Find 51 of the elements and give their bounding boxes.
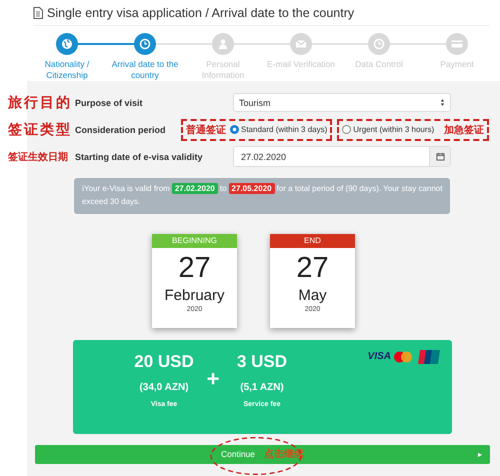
calendar-day: 27 <box>178 252 211 285</box>
plus-sign: + <box>206 364 220 393</box>
step-label: Nationality / Citizenship <box>44 59 90 82</box>
person-icon <box>217 38 229 50</box>
document-icon <box>33 6 43 18</box>
page-title: Single entry visa application / Arrival date to the country <box>47 6 354 20</box>
annotation-note: 签证生效日期 <box>8 150 69 164</box>
info-text: to <box>220 184 227 193</box>
field-label: Starting date of e-visa validity <box>75 152 204 162</box>
calendar-button[interactable] <box>429 147 450 166</box>
clock-icon <box>373 38 385 50</box>
calendar-icon <box>436 152 444 161</box>
radio-label[interactable]: Standard (within 3 days) <box>241 125 328 134</box>
radio-button[interactable] <box>342 125 352 134</box>
mastercard-icon <box>393 350 413 363</box>
annotation-note: 旅行目的 <box>8 94 73 112</box>
field-label: Consideration period <box>75 124 167 134</box>
fee-amount: 3 USD <box>236 352 288 372</box>
step-label: Arrival date to the country <box>110 59 180 82</box>
radio-label[interactable]: Urgent (within 3 hours) <box>353 125 434 134</box>
updown-icon <box>440 98 445 107</box>
annotation-note: 普通签证 <box>186 123 226 136</box>
envelope-icon <box>295 38 307 50</box>
calendar-day: 27 <box>296 252 329 285</box>
step-circle[interactable] <box>134 33 156 55</box>
annotation-note: 签证类型 <box>8 120 73 138</box>
purpose-select[interactable]: Tourism <box>233 93 451 112</box>
date-field[interactable]: 27.02.2020 <box>233 146 451 167</box>
step-circle[interactable] <box>56 33 78 55</box>
fee-converted: (5,1 AZN) <box>240 382 284 393</box>
date-badge: 27.05.2020 <box>228 183 275 194</box>
fee-amount: 20 USD <box>134 352 194 372</box>
globe-icon <box>61 38 73 50</box>
visa-logo: VISA <box>368 351 391 362</box>
calendar-header: END <box>270 234 355 248</box>
clock-icon <box>139 38 151 50</box>
unionpay-icon <box>418 350 440 364</box>
fee-converted: (34,0 AZN) <box>139 382 189 393</box>
info-text: Your e-Visa is valid from <box>84 184 170 193</box>
calendar-header: BEGINNING <box>152 234 237 248</box>
calendar-month: February <box>164 286 225 304</box>
info-icon: ℹ <box>82 184 84 193</box>
annotation-note: 加急签证 <box>444 124 484 136</box>
calendar-month: May <box>298 286 327 304</box>
arrow-icon: ▸ <box>478 450 482 459</box>
card-icon <box>451 38 463 50</box>
radio-button[interactable] <box>230 125 239 134</box>
info-text: exceed 30 days. <box>82 196 140 206</box>
info-text: for a total period of (90 days). Your stay cannot <box>276 184 442 193</box>
date-badge: 27.02.2020 <box>172 183 218 194</box>
field-label: Purpose of visit <box>75 98 144 108</box>
